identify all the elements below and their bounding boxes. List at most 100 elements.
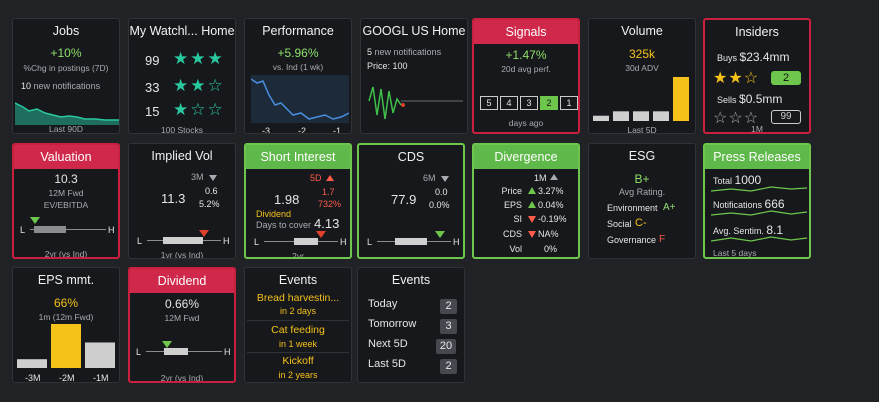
bar [653,111,669,121]
divergence-tile[interactable]: Divergence 1M Price 3.27% EPS 0.04% SI -… [472,143,580,259]
watchlist-row-value: 99 [145,53,160,68]
bar [673,77,689,121]
jobs-notif-label: new notifications [33,81,101,91]
esg-row-label: Social [607,219,632,229]
event-when: in 2 days [279,306,317,316]
eps-tick: -1M [93,373,109,383]
signals-day-box-active[interactable]: 2 [540,96,558,110]
signals-tile[interactable]: Signals +1.47% 20d avg perf. 5 4 3 2 1 d… [472,18,580,134]
jobs-change: +10% [50,46,82,60]
jobs-footer: Last 90D [48,124,84,134]
googl-title: GOOGL US Home [362,24,466,38]
volume-bar-chart [593,77,689,121]
short-interest-v2: 732% [318,199,342,209]
performance-change: +5.96% [277,46,319,60]
performance-tick: -2 [298,126,307,134]
signals-day-box[interactable]: 4 [500,96,518,110]
implied-vol-period: 3M [191,172,204,182]
esg-row-label: Governance [607,235,657,245]
press-sparkline [711,186,807,192]
googl-price: Price: 100 [367,61,408,71]
jobs-subtitle: %Chg in postings (7D) [23,63,109,73]
esg-row-grade: F [659,234,666,245]
performance-tick: -1 [333,126,342,134]
divergence-row-value: 3.27% [538,186,564,196]
signals-subtitle: 20d avg perf. [501,64,551,74]
range-high-label: H [453,237,460,247]
insiders-footer: 1M [751,124,763,134]
star-rating-icon: ★★★ [173,49,225,68]
down-arrow-icon [528,216,536,223]
dividend-footer: 2yr (vs Ind) [160,373,204,383]
watchlist-tile[interactable]: My Watchl... Home 99 ★★★ 33 ★★☆ 15 ★☆☆ 1… [128,18,236,134]
short-interest-main: 1.98 [274,192,300,207]
down-arrow-icon [528,231,536,238]
star-rating-icon: ★★☆ [173,76,225,95]
events-row-label: Next 5D [368,338,408,350]
short-interest-tile[interactable]: Short Interest 5D 1.98 1.7 732% Dividend… [244,143,352,259]
jobs-sparkline [15,102,119,125]
eps-tick: -2M [59,373,75,383]
cds-period: 6M [423,173,436,183]
press-releases-tile[interactable]: Press Releases Total 1000 Notifications … [703,143,811,259]
valuation-marker-icon [30,217,40,224]
valuation-sub1: 12M Fwd [48,188,84,198]
eps-tile[interactable]: EPS mmt. 66% 1m (12m Fwd) -3M -2M -1M [12,267,120,383]
bar [593,115,609,121]
cds-tile[interactable]: CDS 6M 77.9 0.0 0.0% L H [357,143,465,259]
insiders-sells-label: Sells [717,95,737,105]
press-footer: Last 5 days [713,248,757,258]
performance-subtitle: vs. Ind (1 wk) [272,62,324,72]
short-interest-title: Short Interest [246,145,350,169]
signals-day-box[interactable]: 3 [520,96,538,110]
volume-tile[interactable]: Volume 325k 30d ADV Last 5D [588,18,696,134]
event-name[interactable]: Bread harvestin... [245,292,351,304]
dividend-range-bar [164,348,188,355]
dropdown-caret-icon[interactable] [209,175,217,181]
valuation-title: Valuation [14,145,118,169]
divergence-title: Divergence [474,145,578,169]
performance-tile[interactable]: Performance +5.96% vs. Ind (1 wk) -3 -2 … [244,18,352,134]
range-high-label: H [224,347,231,357]
implied-vol-tile[interactable]: Implied Vol 3M 0.6 11.3 5.2% L H 1yr (vs… [128,143,236,259]
dividend-value: 0.66% [164,297,200,311]
insiders-buys-label: Buys [717,53,738,63]
jobs-tile[interactable]: Jobs +10% %Chg in postings (7D) 10 new n… [12,18,120,134]
implied-vol-main: 11.3 [161,191,186,206]
range-low-label: L [20,225,26,235]
valuation-sub2: EV/EBITDA [43,200,89,210]
eps-change: 66% [53,296,79,310]
signals-change: +1.47% [505,48,547,62]
events-summary-tile[interactable]: Events Today 2 Tomorrow 3 Next 5D 20 Las… [357,267,465,383]
events-row-label: Today [368,298,398,310]
dividend-tile[interactable]: Dividend 0.66% 12M Fwd L H 2yr (vs Ind) [128,267,236,383]
dividend-marker-icon [162,341,172,348]
divergence-row-value: -0.19% [538,214,567,224]
events-summary-title: Events [391,273,431,287]
watchlist-row-value: 15 [145,104,160,119]
insiders-tile[interactable]: Insiders Buys $23.4mm ★★☆ 2 Sells $0.5mm… [703,18,811,134]
signals-day-box[interactable]: 5 [480,96,498,110]
esg-tile[interactable]: ESG B+ Avg Rating. Environment A+ Social… [588,143,696,259]
signals-day-box[interactable]: 1 [560,96,578,110]
dropdown-caret-icon[interactable] [441,176,449,182]
performance-tick: -3 [262,126,271,134]
short-interest-marker-icon [316,231,326,238]
events-list-tile[interactable]: Events Bread harvestin... in 2 days Cat … [244,267,352,383]
range-low-label: L [136,347,142,357]
event-name[interactable]: Cat feeding [245,324,351,336]
eps-bar-chart [17,324,115,368]
events-row-count: 2 [440,299,457,314]
event-name[interactable]: Kickoff [245,355,351,367]
googl-sparkline [368,86,463,120]
insider-buy-stars-icon: ★★☆ [713,70,760,87]
esg-row-grade: C- [635,217,647,229]
signals-title: Signals [474,20,578,44]
valuation-tile[interactable]: Valuation 10.3 12M Fwd EV/EBITDA L H 2yr… [12,143,120,259]
googl-tile[interactable]: GOOGL US Home 5 new notifications Price:… [360,18,468,134]
divergence-period: 1M [534,173,547,183]
divergence-row-label: CDS [502,229,522,239]
short-interest-dtc-label: Days to cover [256,220,312,230]
cds-v1: 0.0 [435,187,448,197]
implied-vol-title: Implied Vol [151,149,213,163]
